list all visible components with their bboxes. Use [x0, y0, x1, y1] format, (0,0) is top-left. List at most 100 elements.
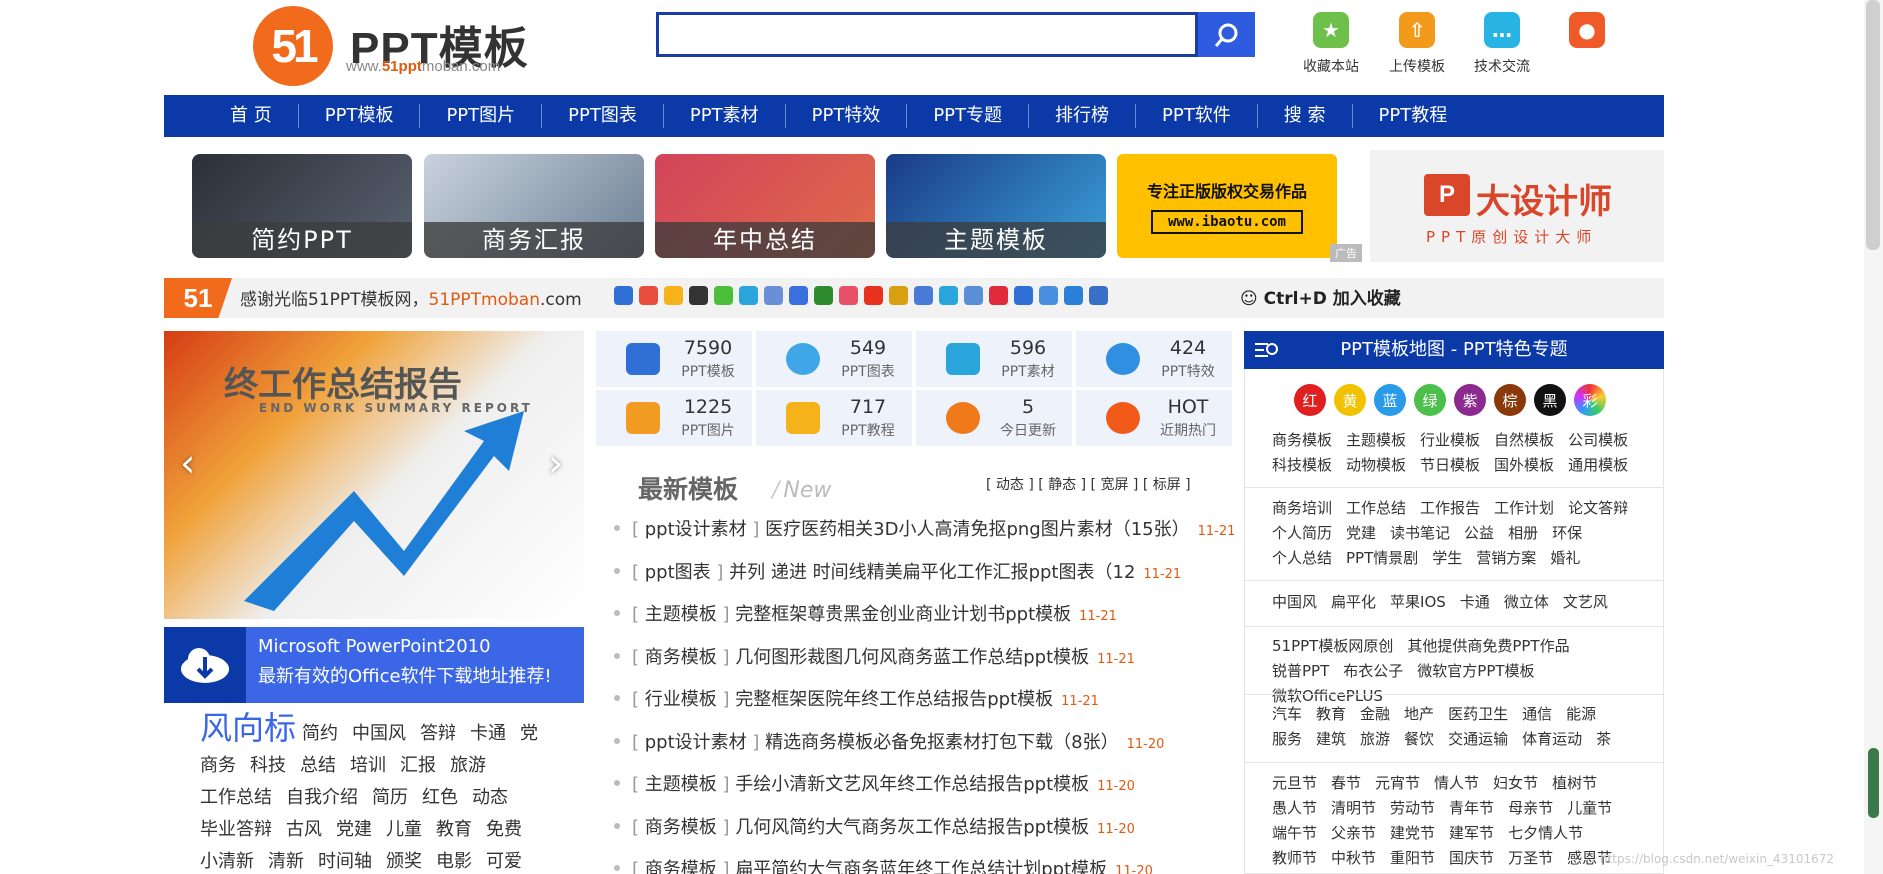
sidebar-link[interactable]: 学生	[1432, 546, 1462, 571]
scroll-indicator[interactable]	[1868, 748, 1879, 818]
item-category[interactable]: 主题模板	[645, 604, 717, 625]
douban-icon[interactable]	[814, 286, 833, 305]
item-title[interactable]: 并列 递进 时间线精美扁平化工作汇报ppt图表（12	[729, 562, 1135, 583]
sidebar-link[interactable]: 卡通	[1460, 590, 1490, 615]
cloud-icon[interactable]	[1039, 286, 1058, 305]
tag-link[interactable]: 商务	[200, 750, 236, 782]
color-blue[interactable]: 蓝	[1374, 384, 1406, 416]
list-item[interactable]: [ 主题模板 ] 完整框架尊贵黑金创业商业计划书ppt模板 11-21	[614, 601, 1238, 644]
color-multi[interactable]: 彩	[1574, 384, 1606, 416]
sidebar-link[interactable]: 妇女节	[1493, 771, 1538, 796]
sidebar-link[interactable]: 清明节	[1331, 796, 1376, 821]
copy-icon[interactable]	[1089, 286, 1108, 305]
list-item[interactable]: [ 主题模板 ] 手绘小清新文艺风年终工作总结报告ppt模板 11-20	[614, 771, 1238, 814]
tag-link[interactable]: 教育	[436, 814, 472, 846]
sidebar-link[interactable]: 端午节	[1272, 821, 1317, 846]
edit-icon[interactable]	[939, 286, 958, 305]
sidebar-link[interactable]: 中国风	[1272, 590, 1317, 615]
sidebar-link[interactable]: 商务模板	[1272, 428, 1332, 453]
color-brown[interactable]: 棕	[1494, 384, 1526, 416]
sidebar-link[interactable]: PPT情景剧	[1346, 546, 1418, 571]
flower-icon[interactable]	[839, 286, 858, 305]
tag-link[interactable]: 自我介绍	[286, 782, 358, 814]
tag-link[interactable]: 儿童	[386, 814, 422, 846]
nav-ppt-effect[interactable]: PPT特效	[786, 104, 908, 128]
sidebar-link[interactable]: 元旦节	[1272, 771, 1317, 796]
item-title[interactable]: 医疗医药相关3D小人高清免抠png图片素材（15张）	[765, 519, 1189, 540]
nav-ppt-material[interactable]: PPT素材	[664, 104, 786, 128]
color-red[interactable]: 红	[1294, 384, 1326, 416]
item-category[interactable]: 主题模板	[645, 774, 717, 795]
stat-hot[interactable]: HOT 近期热门	[1076, 390, 1232, 446]
sidebar-link[interactable]: 建党节	[1390, 821, 1435, 846]
a-icon[interactable]	[1014, 286, 1033, 305]
color-black[interactable]: 黑	[1534, 384, 1566, 416]
sidebar-link[interactable]: 科技模板	[1272, 453, 1332, 478]
heart-icon[interactable]	[989, 286, 1008, 305]
tag-link[interactable]: 毕业答辩	[200, 814, 272, 846]
sidebar-link[interactable]: 读书笔记	[1390, 521, 1450, 546]
nav-search[interactable]: 搜 索	[1258, 104, 1353, 128]
sidebar-link[interactable]: 建军节	[1449, 821, 1494, 846]
sidebar-link[interactable]: 国庆节	[1449, 846, 1494, 871]
sidebar-link[interactable]: 工作总结	[1346, 496, 1406, 521]
tag-link[interactable]: 答辩	[420, 718, 456, 750]
sidebar-link[interactable]: 汽车	[1272, 702, 1302, 727]
sidebar-link[interactable]: 青年节	[1449, 796, 1494, 821]
item-category[interactable]: ppt图表	[645, 562, 711, 583]
stat-today-update[interactable]: 5 今日更新	[916, 390, 1072, 446]
tag-link[interactable]: 颁奖	[386, 846, 422, 874]
add-favorite[interactable]: ☺ Ctrl+D 加入收藏	[1240, 284, 1401, 309]
mail-box-icon[interactable]	[964, 286, 983, 305]
item-title[interactable]: 精选商务模板必备免抠素材打包下载（8张）	[765, 732, 1118, 753]
tag-link[interactable]: 电影	[436, 846, 472, 874]
hero-carousel[interactable]: 终工作总结报告 END WORK SUMMARY REPORT ‹ ›	[164, 331, 584, 619]
wechat-icon[interactable]	[714, 286, 733, 305]
sidebar-link[interactable]: 苹果IOS	[1390, 590, 1446, 615]
sidebar-link[interactable]: 七夕情人节	[1508, 821, 1583, 846]
sidebar-link[interactable]: 布衣公子	[1343, 659, 1403, 684]
sidebar-link[interactable]: 自然模板	[1494, 428, 1554, 453]
item-category[interactable]: ppt设计素材	[645, 732, 747, 753]
stat-ppt-tutorial[interactable]: 717 PPT教程	[756, 390, 912, 446]
nav-ppt-topic[interactable]: PPT专题	[907, 104, 1030, 128]
list-item[interactable]: [ ppt图表 ] 并列 递进 时间线精美扁平化工作汇报ppt图表（12 11-2…	[614, 559, 1238, 602]
tag-link[interactable]: 动态	[472, 782, 508, 814]
nav-home[interactable]: 首 页	[204, 104, 299, 128]
user-account[interactable]: ●	[1544, 12, 1630, 48]
email-icon[interactable]	[1064, 286, 1083, 305]
tag-link[interactable]: 红色	[422, 782, 458, 814]
sidebar-link[interactable]: 元宵节	[1375, 771, 1420, 796]
bookmark-site[interactable]: ★ 收藏本站	[1288, 12, 1374, 76]
sidebar-link[interactable]: 中秋节	[1331, 846, 1376, 871]
sidebar-link[interactable]: 论文答辩	[1568, 496, 1628, 521]
ad-ibaotu[interactable]: 专注正版版权交易作品 www.ibaotu.com	[1117, 154, 1337, 258]
sidebar-link[interactable]: 工作计划	[1494, 496, 1554, 521]
sidebar-link[interactable]: 重阳节	[1390, 846, 1435, 871]
sidebar-link[interactable]: 党建	[1346, 521, 1376, 546]
sidebar-link[interactable]: 婚礼	[1550, 546, 1580, 571]
sidebar-link[interactable]: 母亲节	[1508, 796, 1553, 821]
upload-template[interactable]: ⇧ 上传模板	[1374, 12, 1460, 76]
sidebar-link[interactable]: 动物模板	[1346, 453, 1406, 478]
stat-ppt-image[interactable]: 1225 PPT图片	[596, 390, 752, 446]
sidebar-link[interactable]: 个人总结	[1272, 546, 1332, 571]
sidebar-link[interactable]: 通用模板	[1568, 453, 1628, 478]
sidebar-link[interactable]: 餐饮	[1404, 727, 1434, 752]
download-line1[interactable]: Microsoft PowerPoint2010	[258, 636, 491, 657]
search-button[interactable]	[1198, 12, 1255, 57]
star-share-icon[interactable]	[664, 286, 683, 305]
item-title[interactable]: 扁平简约大气商务蓝年终工作总结计划ppt模板	[735, 859, 1107, 874]
stat-ppt-chart[interactable]: 549 PPT图表	[756, 331, 912, 387]
tag-link[interactable]: 卡通	[470, 718, 506, 750]
sidebar-link[interactable]: 地产	[1404, 702, 1434, 727]
sidebar-link[interactable]: 植树节	[1552, 771, 1597, 796]
carousel-next-button[interactable]: ›	[548, 441, 563, 485]
sidebar-link[interactable]: 教师节	[1272, 846, 1317, 871]
sidebar-link[interactable]: 公司模板	[1568, 428, 1628, 453]
item-category[interactable]: 商务模板	[645, 859, 717, 874]
sidebar-link[interactable]: 锐普PPT	[1272, 659, 1329, 684]
tag-link[interactable]: 免费	[486, 814, 522, 846]
item-title[interactable]: 完整框架医院年终工作总结报告ppt模板	[735, 689, 1053, 710]
sidebar-link[interactable]: 工作报告	[1420, 496, 1480, 521]
